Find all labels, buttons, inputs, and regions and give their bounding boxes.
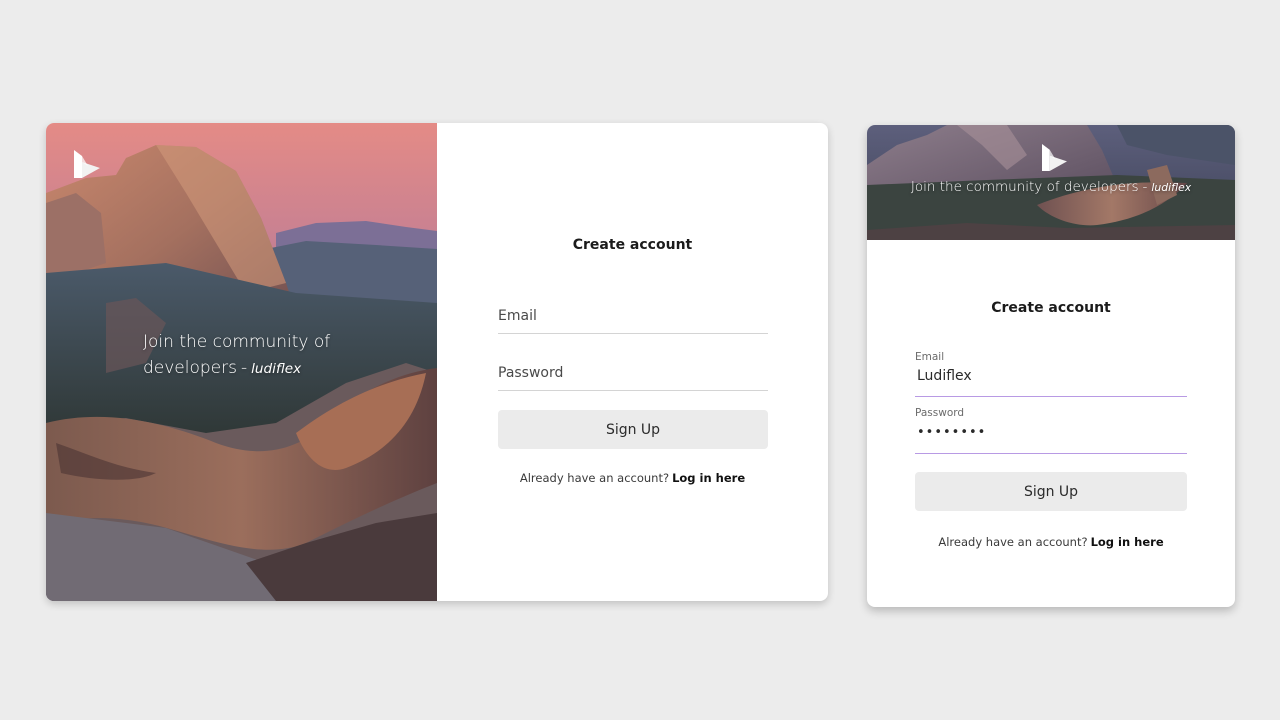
- email-label: Email: [915, 351, 945, 363]
- password-input[interactable]: [915, 420, 1187, 444]
- mobile-signup-form: Create account Email Password Sign Up Al…: [867, 240, 1235, 607]
- tagline-text: Join the community of developers: [143, 332, 331, 378]
- brand-name: ludiflex: [1151, 181, 1192, 194]
- hero-tagline: Join the community of developers - ludifle…: [143, 329, 403, 382]
- brand-name: ludiflex: [251, 361, 302, 377]
- email-input[interactable]: [915, 364, 1187, 388]
- ludiflex-logo-icon: [74, 150, 100, 178]
- password-input[interactable]: [498, 358, 768, 388]
- desktop-signup-card: Join the community of developers - ludifle…: [46, 123, 828, 601]
- login-prompt-line: Already have an account? Log in here: [437, 471, 828, 485]
- login-prompt-line: Already have an account? Log in here: [867, 535, 1235, 549]
- tagline-separator: -: [1142, 179, 1148, 195]
- tagline-text: Join the community of developers: [910, 179, 1139, 195]
- login-link[interactable]: Log in here: [1091, 535, 1164, 549]
- tagline-separator: -: [241, 358, 248, 378]
- login-prompt-text: Already have an account?: [519, 471, 670, 485]
- form-title: Create account: [572, 237, 693, 253]
- signup-button[interactable]: Sign Up: [498, 410, 768, 449]
- password-field[interactable]: Password: [915, 407, 1187, 454]
- email-field[interactable]: [498, 301, 768, 334]
- desktop-hero-image: Join the community of developers - ludifle…: [46, 123, 437, 601]
- mobile-signup-card: Join the community of developers - ludifle…: [867, 125, 1235, 607]
- form-title: Create account: [991, 300, 1111, 316]
- email-field[interactable]: Email: [915, 351, 1187, 397]
- email-input[interactable]: [498, 301, 768, 331]
- ludiflex-logo-icon: [1042, 144, 1067, 171]
- desktop-signup-form: Create account Sign Up Already have an a…: [437, 123, 828, 601]
- login-prompt-text: Already have an account?: [938, 535, 1088, 549]
- password-label: Password: [915, 407, 965, 419]
- password-field[interactable]: [498, 358, 768, 391]
- signup-button[interactable]: Sign Up: [915, 472, 1187, 511]
- hero-tagline: Join the community of developers - ludifle…: [867, 177, 1235, 198]
- mobile-hero-image: Join the community of developers - ludifle…: [867, 125, 1235, 240]
- login-link[interactable]: Log in here: [672, 471, 745, 485]
